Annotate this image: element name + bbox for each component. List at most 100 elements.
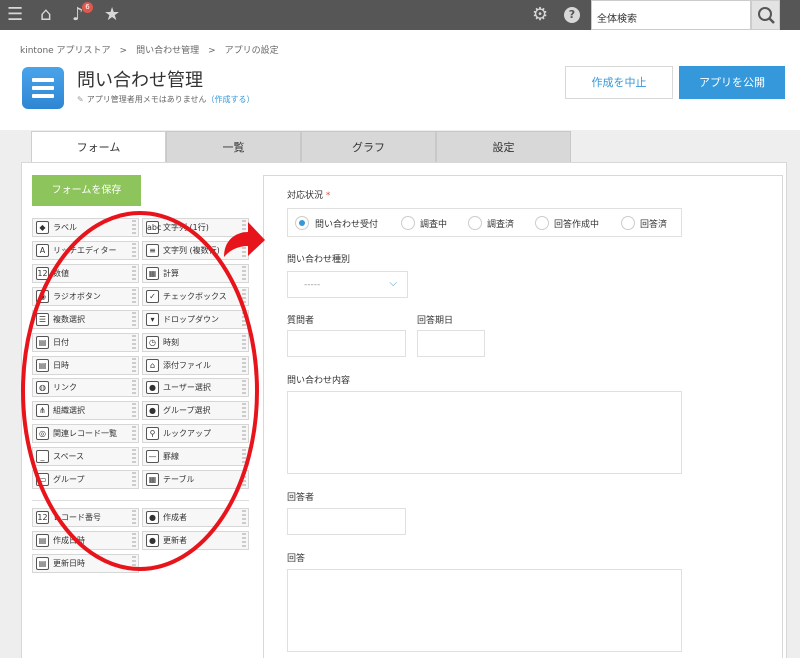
user-icon: ● (146, 381, 159, 394)
line-icon: — (146, 450, 159, 463)
search-input[interactable]: 全体検索 (591, 0, 751, 30)
required-mark: * (325, 191, 331, 201)
palette-link[interactable]: ◍ リンク (32, 378, 139, 397)
tab-list[interactable]: 一覧 (166, 131, 301, 163)
app-header: kintone アプリストア > 問い合わせ管理 > アプリの設定 問い合わせ管… (0, 30, 800, 130)
palette-related-records[interactable]: ◎ 関連レコード一覧 (32, 424, 139, 443)
top-bar: ☰ ⌂ ♪ 6 ★ ⚙ ? 全体検索 (0, 0, 800, 30)
search-button[interactable] (751, 0, 780, 30)
table-icon: ▦ (146, 473, 159, 486)
palette-radio[interactable]: ◉ ラジオボタン (32, 287, 139, 306)
radio-option-answered[interactable] (621, 216, 635, 230)
rich-text-icon: A (36, 244, 49, 257)
palette-attachment[interactable]: ⌂ 添付ファイル (142, 356, 249, 375)
palette-checkbox[interactable]: ✓ チェックボックス (142, 287, 249, 306)
status-radio-group: 問い合わせ受付 調査中 調査済 回答作成中 回答済 (287, 208, 682, 237)
answer-textarea[interactable] (287, 569, 682, 652)
app-memo: ✎ アプリ管理者用メモはありません（作成する） (77, 94, 254, 105)
memo-create-link[interactable]: （作成する） (206, 95, 254, 104)
inquiry-content-textarea[interactable] (287, 391, 682, 474)
space-icon: _ (36, 450, 49, 463)
inquiry-content-label: 問い合わせ内容 (287, 376, 351, 386)
list-icon: ☰ (36, 313, 49, 326)
radio-label-answered: 回答済 (640, 220, 668, 230)
cancel-button[interactable]: 作成を中止 (565, 66, 673, 99)
publish-button[interactable]: アプリを公開 (679, 66, 785, 99)
palette-multi-line-text[interactable]: ≡ 文字列 (複数行) (142, 241, 249, 260)
radio-option-drafting[interactable] (535, 216, 549, 230)
type-dropdown[interactable]: ----- ⌵ (287, 271, 408, 298)
multiline-icon: ≡ (146, 244, 159, 257)
calculator-icon: ▦ (146, 267, 159, 280)
palette-number[interactable]: 12 数値 (32, 264, 139, 283)
gear-icon[interactable]: ⚙ (532, 6, 548, 24)
user-icon: ● (146, 534, 159, 547)
responder-field-label: 回答者 (287, 493, 315, 503)
type-field-label: 問い合わせ種別 (287, 255, 351, 265)
palette-creator[interactable]: ● 作成者 (142, 508, 249, 527)
palette-date[interactable]: ▤ 日付 (32, 333, 139, 352)
radio-label-investigating: 調査中 (420, 220, 448, 230)
calendar-icon: ▤ (36, 336, 49, 349)
palette-created-datetime[interactable]: ▤ 作成日時 (32, 531, 139, 550)
eye-icon: ◎ (36, 427, 49, 440)
calendar-icon: ▤ (36, 534, 49, 547)
palette-space[interactable]: _ スペース (32, 447, 139, 466)
globe-icon: ◍ (36, 381, 49, 394)
palette-rich-editor[interactable]: A リッチエディター (32, 241, 139, 260)
palette-group[interactable]: ▭ グループ (32, 470, 139, 489)
palette-calc[interactable]: ▦ 計算 (142, 264, 249, 283)
search-icon (758, 7, 775, 24)
edit-icon: ✎ (77, 95, 84, 104)
checkbox-icon: ✓ (146, 290, 159, 303)
clock-icon: ◷ (146, 336, 159, 349)
breadcrumb[interactable]: kintone アプリストア > 問い合わせ管理 > アプリの設定 (20, 43, 279, 56)
radio-label-received: 問い合わせ受付 (315, 220, 379, 230)
status-field-label: 対応状況 * (287, 191, 331, 201)
palette-org-select[interactable]: ⋔ 組織選択 (32, 401, 139, 420)
radio-option-received[interactable] (295, 216, 309, 230)
answer-field-label: 回答 (287, 554, 306, 564)
radio-option-investigating[interactable] (401, 216, 415, 230)
tab-settings[interactable]: 設定 (436, 131, 571, 163)
org-chart-icon: ⋔ (36, 404, 49, 417)
due-date-input[interactable] (417, 330, 485, 357)
radio-label-drafting: 回答作成中 (554, 220, 600, 230)
palette-updater[interactable]: ● 更新者 (142, 531, 249, 550)
users-icon: ● (146, 404, 159, 417)
palette-multi-select[interactable]: ☰ 複数選択 (32, 310, 139, 329)
star-icon[interactable]: ★ (104, 6, 120, 24)
tab-graph[interactable]: グラフ (301, 131, 436, 163)
chevron-down-icon: ⌵ (389, 278, 397, 289)
tab-form[interactable]: フォーム (31, 131, 166, 163)
app-icon (22, 67, 64, 109)
questioner-field-label: 質問者 (287, 316, 315, 326)
palette-record-number[interactable]: 12 レコード番号 (32, 508, 139, 527)
responder-input[interactable] (287, 508, 406, 535)
tag-icon: ◆ (36, 221, 49, 234)
group-icon: ▭ (36, 473, 49, 486)
radio-label-investigated: 調査済 (487, 220, 515, 230)
help-icon[interactable]: ? (564, 7, 580, 23)
palette-border[interactable]: — 罫線 (142, 447, 249, 466)
home-icon[interactable]: ⌂ (40, 6, 51, 24)
palette-single-line-text[interactable]: abc 文字列 (1行) (142, 218, 249, 237)
palette-time[interactable]: ◷ 時刻 (142, 333, 249, 352)
questioner-input[interactable] (287, 330, 406, 357)
palette-updated-datetime[interactable]: ▤ 更新日時 (32, 554, 139, 573)
palette-datetime[interactable]: ▤ 日時 (32, 356, 139, 375)
menu-icon[interactable]: ☰ (7, 6, 23, 24)
palette-lookup[interactable]: ⚲ ルックアップ (142, 424, 249, 443)
calendar-icon: ▤ (36, 359, 49, 372)
due-date-field-label: 回答期日 (417, 316, 454, 326)
save-form-button[interactable]: フォームを保存 (32, 175, 141, 206)
dropdown-value: ----- (304, 280, 321, 290)
palette-label[interactable]: ◆ ラベル (32, 218, 139, 237)
palette-dropdown[interactable]: ▾ ドロップダウン (142, 310, 249, 329)
number-icon: 12 (36, 511, 49, 524)
radio-option-investigated[interactable] (468, 216, 482, 230)
palette-user-select[interactable]: ● ユーザー選択 (142, 378, 249, 397)
palette-table[interactable]: ▦ テーブル (142, 470, 249, 489)
palette-group-select[interactable]: ● グループ選択 (142, 401, 249, 420)
page-title: 問い合わせ管理 (77, 70, 203, 91)
